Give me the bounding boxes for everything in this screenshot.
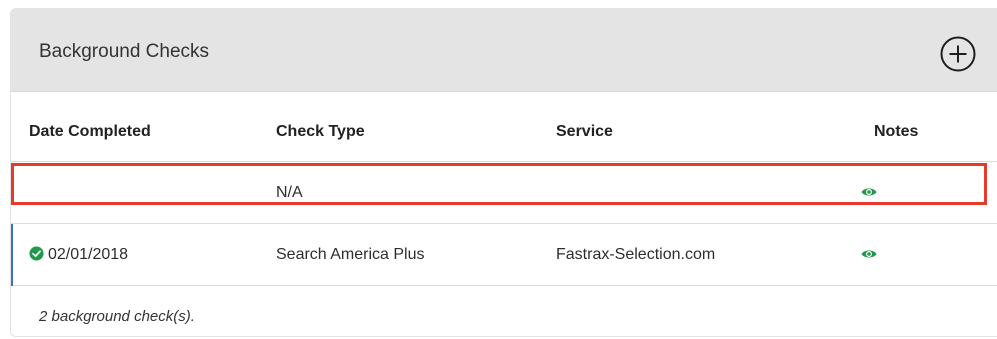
column-header-check-type[interactable]: Check Type (276, 122, 365, 142)
check-type-cell: Search America Plus (276, 246, 425, 263)
service-cell: Fastrax-Selection.com (556, 246, 716, 263)
column-header-service[interactable]: Service (556, 122, 613, 142)
column-header-date-completed[interactable]: Date Completed (29, 122, 151, 142)
row-accent-bar (11, 224, 13, 286)
background-check-count: 2 background check(s). (39, 308, 195, 325)
check-type-cell: N/A (276, 184, 303, 201)
add-background-check-button[interactable] (939, 35, 977, 73)
check-circle-icon (29, 246, 44, 261)
eye-icon[interactable] (861, 186, 877, 198)
eye-icon[interactable] (861, 248, 877, 260)
date-completed-value: 02/01/2018 (48, 246, 129, 263)
card-title: Background Checks (39, 41, 210, 62)
table-row[interactable]: 02/01/2018 Search America Plus Fastrax-S… (11, 224, 997, 286)
date-completed-cell: 02/01/2018 (29, 245, 128, 265)
background-checks-card: Background Checks Date Completed Check T… (10, 8, 997, 337)
table-header-row: Date Completed Check Type Service Notes (11, 100, 997, 162)
table-row[interactable]: N/A (11, 162, 997, 224)
card-header: Background Checks (11, 8, 997, 92)
column-header-notes[interactable]: Notes (874, 122, 918, 142)
